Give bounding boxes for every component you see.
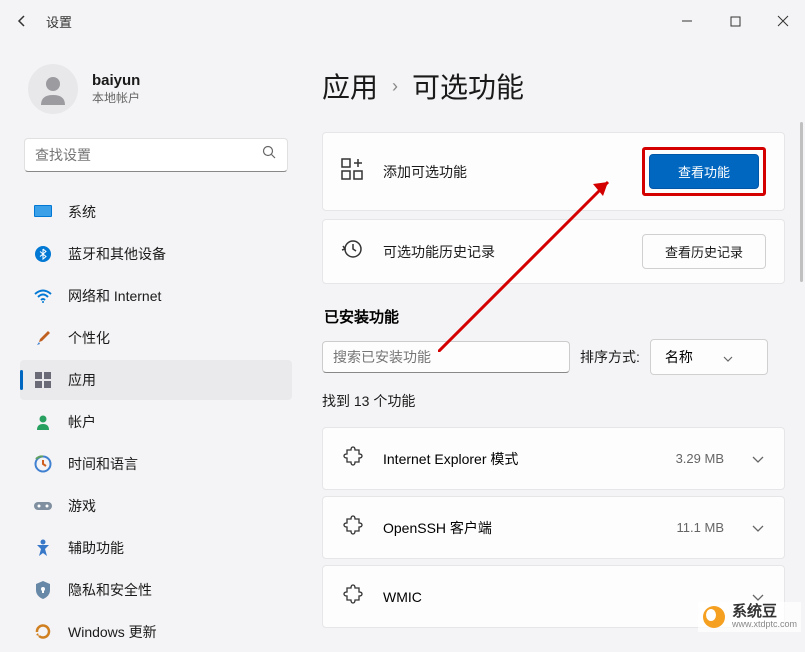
history-icon bbox=[341, 238, 363, 265]
add-feature-card: 添加可选功能 查看功能 bbox=[322, 132, 785, 211]
sidebar-item-network[interactable]: 网络和 Internet bbox=[20, 276, 292, 316]
puzzle-icon bbox=[343, 584, 363, 609]
sidebar-item-accessibility[interactable]: 辅助功能 bbox=[20, 528, 292, 568]
sidebar-item-time[interactable]: 时间和语言 bbox=[20, 444, 292, 484]
time-icon bbox=[34, 455, 52, 473]
nav-label: Windows 更新 bbox=[68, 622, 157, 642]
user-subtitle: 本地帐户 bbox=[92, 89, 140, 106]
feature-row[interactable]: OpenSSH 客户端 11.1 MB bbox=[322, 496, 785, 559]
window-title: 设置 bbox=[46, 12, 72, 31]
breadcrumb-parent[interactable]: 应用 bbox=[322, 66, 378, 106]
sidebar-item-accounts[interactable]: 帐户 bbox=[20, 402, 292, 442]
watermark-logo bbox=[702, 605, 726, 629]
feature-size: 3.29 MB bbox=[676, 451, 724, 466]
feature-search-input[interactable] bbox=[322, 341, 570, 373]
feature-name: WMIC bbox=[383, 589, 704, 605]
system-icon bbox=[34, 203, 52, 221]
close-button[interactable] bbox=[773, 11, 793, 31]
chevron-down-icon bbox=[723, 349, 733, 365]
sidebar-item-privacy[interactable]: 隐私和安全性 bbox=[20, 570, 292, 610]
search-input[interactable] bbox=[35, 147, 262, 163]
search-icon bbox=[262, 145, 277, 165]
feature-size: 11.1 MB bbox=[677, 520, 724, 535]
nav-label: 应用 bbox=[68, 370, 96, 390]
nav-label: 隐私和安全性 bbox=[68, 580, 152, 600]
sidebar: baiyun 本地帐户 系统 蓝牙和其他设备 网络和 Internet bbox=[0, 42, 308, 636]
watermark: 系统豆 www.xtdptc.com bbox=[698, 602, 801, 632]
back-button[interactable] bbox=[12, 11, 32, 31]
sidebar-item-system[interactable]: 系统 bbox=[20, 192, 292, 232]
feature-name: OpenSSH 客户端 bbox=[383, 518, 657, 538]
nav-label: 帐户 bbox=[68, 412, 96, 432]
breadcrumb-current: 可选功能 bbox=[412, 66, 524, 106]
watermark-title: 系统豆 bbox=[732, 604, 797, 621]
chevron-down-icon bbox=[752, 450, 764, 468]
brush-icon bbox=[34, 329, 52, 347]
minimize-button[interactable] bbox=[677, 11, 697, 31]
privacy-icon bbox=[34, 581, 52, 599]
watermark-url: www.xtdptc.com bbox=[732, 620, 797, 630]
sidebar-item-personalization[interactable]: 个性化 bbox=[20, 318, 292, 358]
nav-label: 网络和 Internet bbox=[68, 286, 161, 306]
apps-icon bbox=[34, 371, 52, 389]
view-history-button[interactable]: 查看历史记录 bbox=[642, 234, 766, 269]
titlebar: 设置 bbox=[0, 0, 805, 42]
breadcrumb: 应用 › 可选功能 bbox=[322, 66, 785, 106]
chevron-down-icon bbox=[752, 519, 764, 537]
sidebar-item-gaming[interactable]: 游戏 bbox=[20, 486, 292, 526]
nav-label: 游戏 bbox=[68, 496, 96, 516]
feature-row[interactable]: Internet Explorer 模式 3.29 MB bbox=[322, 427, 785, 490]
nav-label: 个性化 bbox=[68, 328, 110, 348]
bluetooth-icon bbox=[34, 245, 52, 263]
user-section[interactable]: baiyun 本地帐户 bbox=[20, 56, 308, 138]
feature-name: Internet Explorer 模式 bbox=[383, 449, 656, 469]
username: baiyun bbox=[92, 72, 140, 89]
sort-value: 名称 bbox=[665, 347, 693, 367]
account-icon bbox=[34, 413, 52, 431]
nav-list: 系统 蓝牙和其他设备 网络和 Internet 个性化 应用 帐户 bbox=[20, 192, 308, 652]
found-count: 找到 13 个功能 bbox=[322, 391, 785, 411]
chevron-right-icon: › bbox=[392, 76, 398, 97]
maximize-button[interactable] bbox=[725, 11, 745, 31]
nav-label: 辅助功能 bbox=[68, 538, 124, 558]
search-box[interactable] bbox=[24, 138, 288, 172]
nav-label: 蓝牙和其他设备 bbox=[68, 244, 166, 264]
history-card: 可选功能历史记录 查看历史记录 bbox=[322, 219, 785, 284]
sidebar-item-update[interactable]: Windows 更新 bbox=[20, 612, 292, 652]
update-icon bbox=[34, 623, 52, 641]
add-feature-label: 添加可选功能 bbox=[383, 162, 622, 182]
installed-section-title: 已安装功能 bbox=[324, 306, 785, 327]
sidebar-item-apps[interactable]: 应用 bbox=[20, 360, 292, 400]
wifi-icon bbox=[34, 287, 52, 305]
nav-label: 系统 bbox=[68, 202, 96, 222]
puzzle-icon bbox=[343, 446, 363, 471]
sort-label: 排序方式: bbox=[580, 347, 640, 367]
scrollbar[interactable] bbox=[800, 122, 803, 282]
grid-plus-icon bbox=[341, 158, 363, 185]
content-area: 应用 › 可选功能 添加可选功能 查看功能 可选功能历史记录 查看历史记录 已安… bbox=[308, 42, 805, 636]
history-label: 可选功能历史记录 bbox=[383, 242, 622, 262]
view-features-button[interactable]: 查看功能 bbox=[649, 154, 759, 189]
avatar bbox=[28, 64, 78, 114]
nav-label: 时间和语言 bbox=[68, 454, 138, 474]
sort-dropdown[interactable]: 名称 bbox=[650, 339, 768, 375]
sidebar-item-bluetooth[interactable]: 蓝牙和其他设备 bbox=[20, 234, 292, 274]
accessibility-icon bbox=[34, 539, 52, 557]
puzzle-icon bbox=[343, 515, 363, 540]
game-icon bbox=[34, 497, 52, 515]
highlight-annotation: 查看功能 bbox=[642, 147, 766, 196]
